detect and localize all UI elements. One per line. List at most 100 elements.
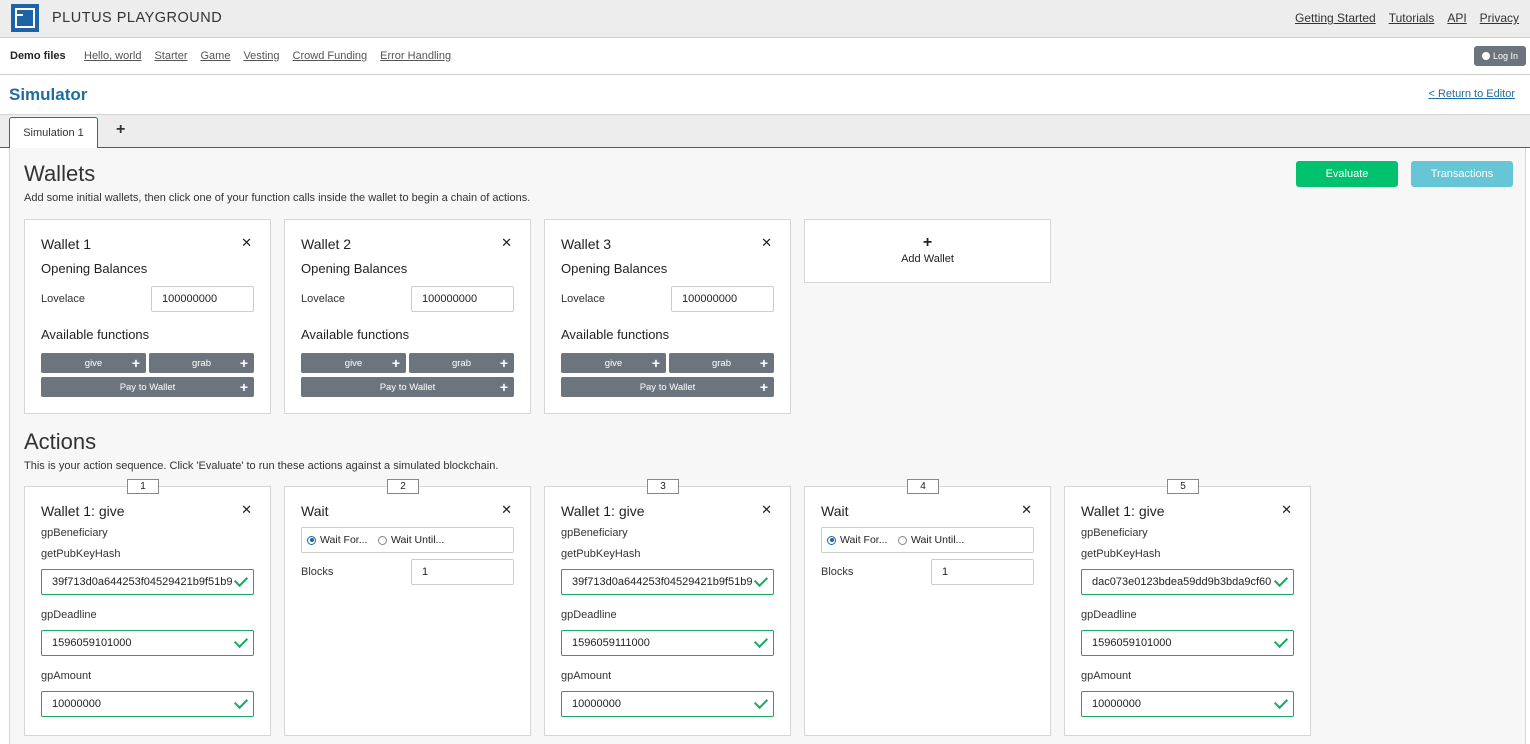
give-button[interactable]: give +	[41, 353, 146, 373]
lovelace-label: Lovelace	[41, 293, 86, 305]
grab-button[interactable]: grab +	[409, 353, 514, 373]
pay-to-wallet-button[interactable]: Pay to Wallet +	[301, 377, 514, 397]
sequence-number: 2	[387, 479, 419, 494]
actions-description: This is your action sequence. Click 'Eva…	[24, 460, 499, 472]
wallet-card: Wallet 2 ✕ Opening Balances Lovelace Ava…	[284, 219, 531, 414]
check-icon	[753, 572, 769, 588]
pubkey-input[interactable]: 39f713d0a644253f04529421b9f51b9	[41, 569, 254, 595]
lovelace-label: Lovelace	[301, 293, 346, 305]
deadline-label: gpDeadline	[41, 609, 97, 621]
plus-icon: +	[391, 355, 400, 371]
deadline-input[interactable]: 1596059101000	[1081, 630, 1294, 656]
deadline-input[interactable]: 1596059101000	[41, 630, 254, 656]
action-card[interactable]: 4 Wait ✕ Wait For... Wait Until... Block…	[804, 479, 1051, 736]
nav-privacy[interactable]: Privacy	[1480, 11, 1519, 25]
return-to-editor-link[interactable]: < Return to Editor	[1428, 88, 1515, 100]
evaluate-button[interactable]: Evaluate	[1296, 161, 1398, 187]
add-wallet-button[interactable]: + Add Wallet	[804, 219, 1051, 283]
nav-getting-started[interactable]: Getting Started	[1295, 11, 1376, 25]
plutus-logo-icon[interactable]	[11, 4, 39, 32]
pubkey-label: getPubKeyHash	[41, 548, 121, 560]
deadline-input[interactable]: 1596059111000	[561, 630, 774, 656]
wait-mode-selector: Wait For... Wait Until...	[821, 527, 1034, 553]
wallet-title: Wallet 1	[41, 236, 92, 252]
close-icon[interactable]: ✕	[241, 502, 252, 518]
amount-input[interactable]: 10000000	[1081, 691, 1294, 717]
action-title: Wait	[301, 503, 329, 519]
radio-selected-icon	[307, 535, 316, 545]
wallet-card: Wallet 3 ✕ Opening Balances Lovelace Ava…	[544, 219, 791, 414]
blocks-label: Blocks	[301, 566, 334, 578]
login-button[interactable]: Log In	[1474, 46, 1526, 66]
pubkey-label: getPubKeyHash	[561, 548, 641, 560]
close-icon[interactable]: ✕	[501, 502, 512, 518]
amount-input[interactable]: 10000000	[561, 691, 774, 717]
wait-until-radio[interactable]: Wait Until...	[898, 534, 964, 546]
pay-to-wallet-button[interactable]: Pay to Wallet +	[41, 377, 254, 397]
demo-hello-world[interactable]: Hello, world	[84, 50, 141, 62]
top-nav: Getting Started Tutorials API Privacy	[1295, 11, 1519, 25]
close-icon[interactable]: ✕	[1281, 502, 1292, 518]
simulation-tabs: Simulation 1 +	[0, 114, 1530, 149]
add-wallet-label: Add Wallet	[901, 253, 954, 265]
give-button[interactable]: give +	[561, 353, 666, 373]
close-icon[interactable]: ✕	[761, 502, 772, 518]
check-icon	[753, 694, 769, 710]
demo-files-bar: Demo files Hello, world Starter Game Ves…	[0, 39, 1530, 75]
demo-crowd-funding[interactable]: Crowd Funding	[293, 50, 368, 62]
action-card[interactable]: 5 Wallet 1: give ✕ gpBeneficiary getPubK…	[1064, 479, 1311, 736]
blocks-input[interactable]: 1	[411, 559, 514, 585]
pubkey-input[interactable]: dac073e0123bdea59dd9b3bda9cf60	[1081, 569, 1294, 595]
demo-starter[interactable]: Starter	[154, 50, 187, 62]
available-functions-label: Available functions	[561, 327, 670, 342]
blocks-label: Blocks	[821, 566, 854, 578]
grab-button[interactable]: grab +	[669, 353, 774, 373]
demo-game[interactable]: Game	[200, 50, 230, 62]
wait-for-radio[interactable]: Wait For...	[307, 534, 367, 546]
lovelace-label: Lovelace	[561, 293, 606, 305]
lovelace-input[interactable]	[151, 286, 254, 312]
radio-unselected-icon	[898, 535, 907, 545]
pay-to-wallet-button[interactable]: Pay to Wallet +	[561, 377, 774, 397]
check-icon	[233, 633, 249, 649]
demo-error-handling[interactable]: Error Handling	[380, 50, 451, 62]
close-icon[interactable]: ✕	[241, 235, 252, 251]
close-icon[interactable]: ✕	[501, 235, 512, 251]
beneficiary-label: gpBeneficiary	[561, 527, 628, 539]
plus-icon: +	[759, 355, 768, 371]
beneficiary-label: gpBeneficiary	[41, 527, 108, 539]
action-card[interactable]: 3 Wallet 1: give ✕ gpBeneficiary getPubK…	[544, 479, 791, 736]
wait-mode-selector: Wait For... Wait Until...	[301, 527, 514, 553]
plus-icon: +	[651, 355, 660, 371]
wait-until-radio[interactable]: Wait Until...	[378, 534, 444, 546]
close-icon[interactable]: ✕	[761, 235, 772, 251]
add-simulation-button[interactable]: +	[116, 121, 125, 139]
wallets-description: Add some initial wallets, then click one…	[24, 192, 531, 204]
blocks-input[interactable]: 1	[931, 559, 1034, 585]
action-card[interactable]: 1 Wallet 1: give ✕ gpBeneficiary getPubK…	[24, 479, 271, 736]
nav-api[interactable]: API	[1447, 11, 1466, 25]
check-icon	[233, 572, 249, 588]
available-functions-label: Available functions	[301, 327, 410, 342]
tab-simulation-1[interactable]: Simulation 1	[9, 117, 98, 149]
transactions-button[interactable]: Transactions	[1411, 161, 1513, 187]
check-icon	[1273, 572, 1289, 588]
action-title: Wait	[821, 503, 849, 519]
nav-tutorials[interactable]: Tutorials	[1389, 11, 1435, 25]
lovelace-input[interactable]	[411, 286, 514, 312]
check-icon	[1273, 694, 1289, 710]
wait-for-radio[interactable]: Wait For...	[827, 534, 887, 546]
top-header: PLUTUS PLAYGROUND Getting Started Tutori…	[0, 0, 1530, 38]
action-card[interactable]: 2 Wait ✕ Wait For... Wait Until... Block…	[284, 479, 531, 736]
lovelace-input[interactable]	[671, 286, 774, 312]
wallet-title: Wallet 2	[301, 236, 352, 252]
demo-vesting[interactable]: Vesting	[243, 50, 279, 62]
demo-files-list: Hello, world Starter Game Vesting Crowd …	[84, 50, 451, 62]
give-button[interactable]: give +	[301, 353, 406, 373]
grab-button[interactable]: grab +	[149, 353, 254, 373]
plus-icon: +	[131, 355, 140, 371]
pubkey-input[interactable]: 39f713d0a644253f04529421b9f51b9	[561, 569, 774, 595]
beneficiary-label: gpBeneficiary	[1081, 527, 1148, 539]
amount-input[interactable]: 10000000	[41, 691, 254, 717]
close-icon[interactable]: ✕	[1021, 502, 1032, 518]
